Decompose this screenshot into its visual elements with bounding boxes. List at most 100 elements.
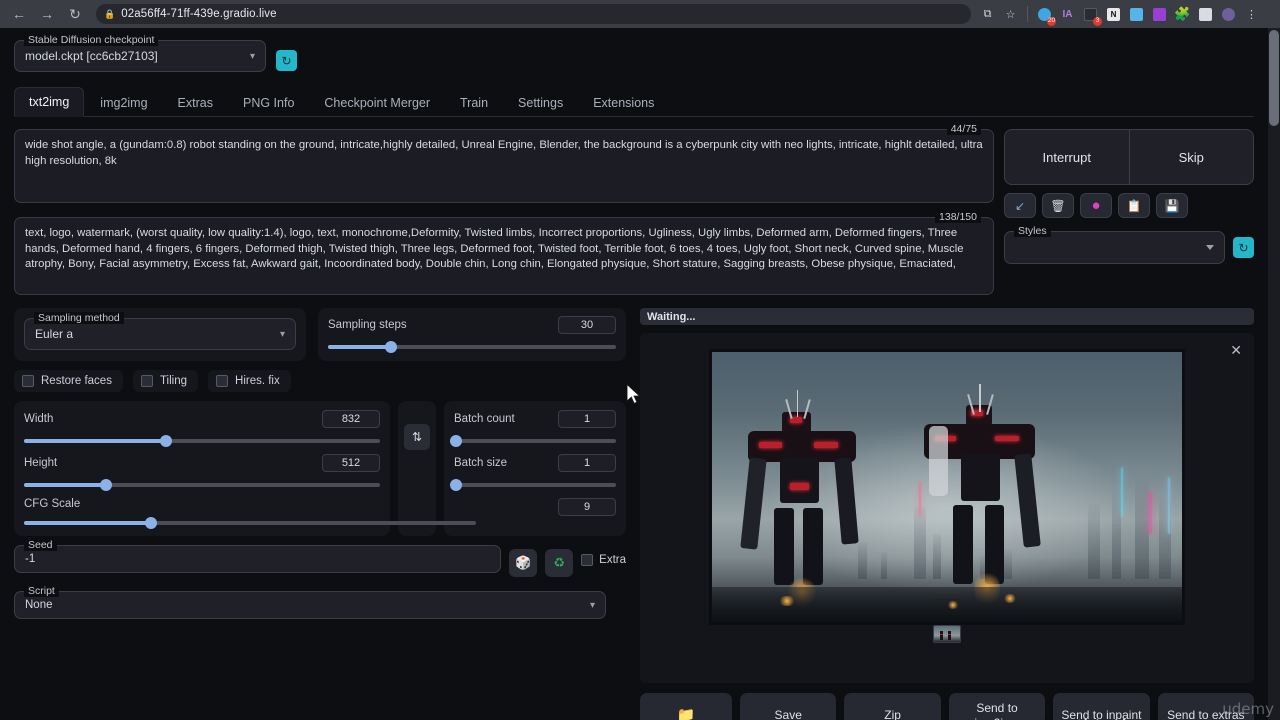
checkbox-icon <box>22 375 34 387</box>
extension-dark-badge: 3 <box>1093 17 1102 26</box>
sampling-steps-value[interactable]: 30 <box>558 316 616 334</box>
tab-settings[interactable]: Settings <box>504 89 577 117</box>
save-button[interactable]: Save <box>740 693 836 720</box>
checkpoint-dropdown[interactable]: Stable Diffusion checkpoint model.ckpt [… <box>14 40 266 72</box>
page-scrollbar[interactable]: ▲ <box>1268 28 1280 720</box>
settings-column: Sampling method Euler a ▾ Sampling steps… <box>14 308 626 720</box>
star-icon[interactable]: ☆ <box>1000 4 1021 25</box>
interrupt-button[interactable]: Interrupt <box>1005 130 1130 184</box>
script-label: Script <box>24 585 59 597</box>
tab-checkpoint-merger[interactable]: Checkpoint Merger <box>310 89 444 117</box>
dimensions-row: Width 832 Height 512 <box>14 401 626 536</box>
width-value[interactable]: 832 <box>322 410 380 428</box>
recycle-icon[interactable]: ♻ <box>545 549 573 577</box>
address-bar[interactable]: 🔒 02a56ff4-71ff-439e.gradio.live <box>96 4 971 24</box>
width-slider[interactable] <box>24 439 380 443</box>
checkpoint-row: Stable Diffusion checkpoint model.ckpt [… <box>14 40 1254 72</box>
sampling-steps-slider[interactable] <box>328 345 616 349</box>
reload-icon[interactable]: ↻ <box>62 1 88 27</box>
send-to-inpaint-button[interactable]: Send to inpaint <box>1053 693 1149 720</box>
sampling-method-dropdown[interactable]: Sampling method Euler a ▾ <box>24 318 296 350</box>
swap-arrows-icon[interactable]: ⇅ <box>404 424 430 450</box>
tiling-checkbox[interactable]: Tiling <box>133 370 198 392</box>
back-arrow-icon[interactable]: ← <box>6 1 32 27</box>
extension-dark-icon[interactable]: 3 <box>1080 4 1101 25</box>
magic-dot-icon[interactable]: ● <box>1080 193 1112 218</box>
styles-dropdown[interactable]: Styles <box>1004 231 1225 264</box>
tab-extensions[interactable]: Extensions <box>579 89 668 117</box>
send-to-img2img-button[interactable]: Send to img2img <box>949 693 1045 720</box>
width-label: Width <box>24 413 53 425</box>
batch-count-slider[interactable] <box>454 439 616 443</box>
cfg-group: CFG Scale <box>24 498 380 525</box>
chevron-down-icon: ▾ <box>280 329 285 340</box>
save-style-icon[interactable]: 💾 <box>1156 193 1188 218</box>
seed-row: Seed -1 🎲 ♻ Extra <box>14 545 626 577</box>
script-row: Script None ▾ <box>14 591 626 619</box>
checkpoint-label: Stable Diffusion checkpoint <box>24 34 158 46</box>
browser-toolbar: ← → ↻ 🔒 02a56ff4-71ff-439e.gradio.live ⧉… <box>0 0 1280 28</box>
checkbox-icon <box>216 375 228 387</box>
extra-checkbox[interactable]: Extra <box>581 554 626 566</box>
tab-png-info[interactable]: PNG Info <box>229 89 308 117</box>
url-text: 02a56ff4-71ff-439e.gradio.live <box>121 8 276 20</box>
extension-image-icon[interactable] <box>1126 4 1147 25</box>
close-icon[interactable]: ✕ <box>1230 343 1242 357</box>
batch-size-value[interactable]: 1 <box>558 454 616 472</box>
seed-label: Seed <box>24 539 57 551</box>
seed-input[interactable]: Seed -1 <box>14 545 501 573</box>
height-value[interactable]: 512 <box>322 454 380 472</box>
lock-icon: 🔒 <box>104 9 115 20</box>
result-thumbnail[interactable] <box>933 625 961 643</box>
clipboard-icon[interactable]: 📋 <box>1118 193 1150 218</box>
skip-button[interactable]: Skip <box>1130 130 1254 184</box>
negative-prompt-input[interactable]: text, logo, watermark, (worst quality, l… <box>25 226 983 286</box>
sampling-steps-label: Sampling steps <box>328 319 407 331</box>
share-icon[interactable]: ⧉ <box>977 4 998 25</box>
dice-icon[interactable]: 🎲 <box>509 549 537 577</box>
negative-prompt-box[interactable]: 138/150 text, logo, watermark, (worst qu… <box>14 217 994 295</box>
chrome-menu-icon[interactable]: ⋮ <box>1241 4 1262 25</box>
globe-icon[interactable] <box>1218 4 1239 25</box>
trash-icon[interactable]: 🗑 <box>1042 193 1074 218</box>
seed-value: -1 <box>25 553 35 565</box>
height-slider[interactable] <box>24 483 380 487</box>
results-column: Waiting... ✕ <box>640 308 1254 720</box>
cfg-scale-value[interactable]: 9 <box>558 498 616 516</box>
side-panel-icon[interactable] <box>1195 4 1216 25</box>
restore-faces-checkbox[interactable]: Restore faces <box>14 370 123 392</box>
arrow-paste-icon[interactable]: ↙ <box>1004 193 1036 218</box>
hires-fix-checkbox[interactable]: Hires. fix <box>208 370 291 392</box>
script-dropdown[interactable]: Script None ▾ <box>14 591 606 619</box>
prompt-tool-buttons: ↙ 🗑 ● 📋 💾 <box>1004 193 1254 218</box>
zip-button[interactable]: Zip <box>844 693 940 720</box>
sampling-steps-panel: Sampling steps 30 <box>318 308 626 361</box>
generated-image[interactable] <box>709 349 1185 625</box>
scrollbar-thumb[interactable] <box>1269 30 1279 126</box>
refresh-checkpoints-button[interactable]: ↻ <box>276 50 297 71</box>
extension-ia-icon[interactable]: IA <box>1057 4 1078 25</box>
tab-train[interactable]: Train <box>446 89 502 117</box>
tab-extras[interactable]: Extras <box>164 89 227 117</box>
refresh-styles-button[interactable]: ↻ <box>1233 237 1254 258</box>
puzzle-icon[interactable]: 🧩 <box>1172 4 1193 25</box>
height-group: Height 512 <box>24 454 380 487</box>
sampler-row: Sampling method Euler a ▾ Sampling steps… <box>14 308 626 361</box>
extension-badge-blue-icon[interactable]: 20 <box>1034 4 1055 25</box>
open-folder-button[interactable]: 📁 <box>640 693 732 720</box>
tab-img2img[interactable]: img2img <box>86 89 161 117</box>
batch-count-value[interactable]: 1 <box>558 410 616 428</box>
extension-notion-icon[interactable]: N <box>1103 4 1124 25</box>
app-content: Stable Diffusion checkpoint model.ckpt [… <box>0 28 1268 720</box>
forward-arrow-icon[interactable]: → <box>34 1 60 27</box>
batch-count-label: Batch count <box>454 413 515 425</box>
checkbox-icon <box>141 375 153 387</box>
toolbar-divider <box>1027 6 1028 22</box>
tab-txt2img[interactable]: txt2img <box>14 87 84 117</box>
cfg-scale-slider[interactable] <box>24 521 476 525</box>
positive-prompt-box[interactable]: 44/75 wide shot angle, a (gundam:0.8) ro… <box>14 129 994 203</box>
extension-purple-icon[interactable] <box>1149 4 1170 25</box>
cfg-value-group: 9 <box>454 498 616 516</box>
positive-prompt-input[interactable]: wide shot angle, a (gundam:0.8) robot st… <box>25 138 983 194</box>
batch-size-slider[interactable] <box>454 483 616 487</box>
